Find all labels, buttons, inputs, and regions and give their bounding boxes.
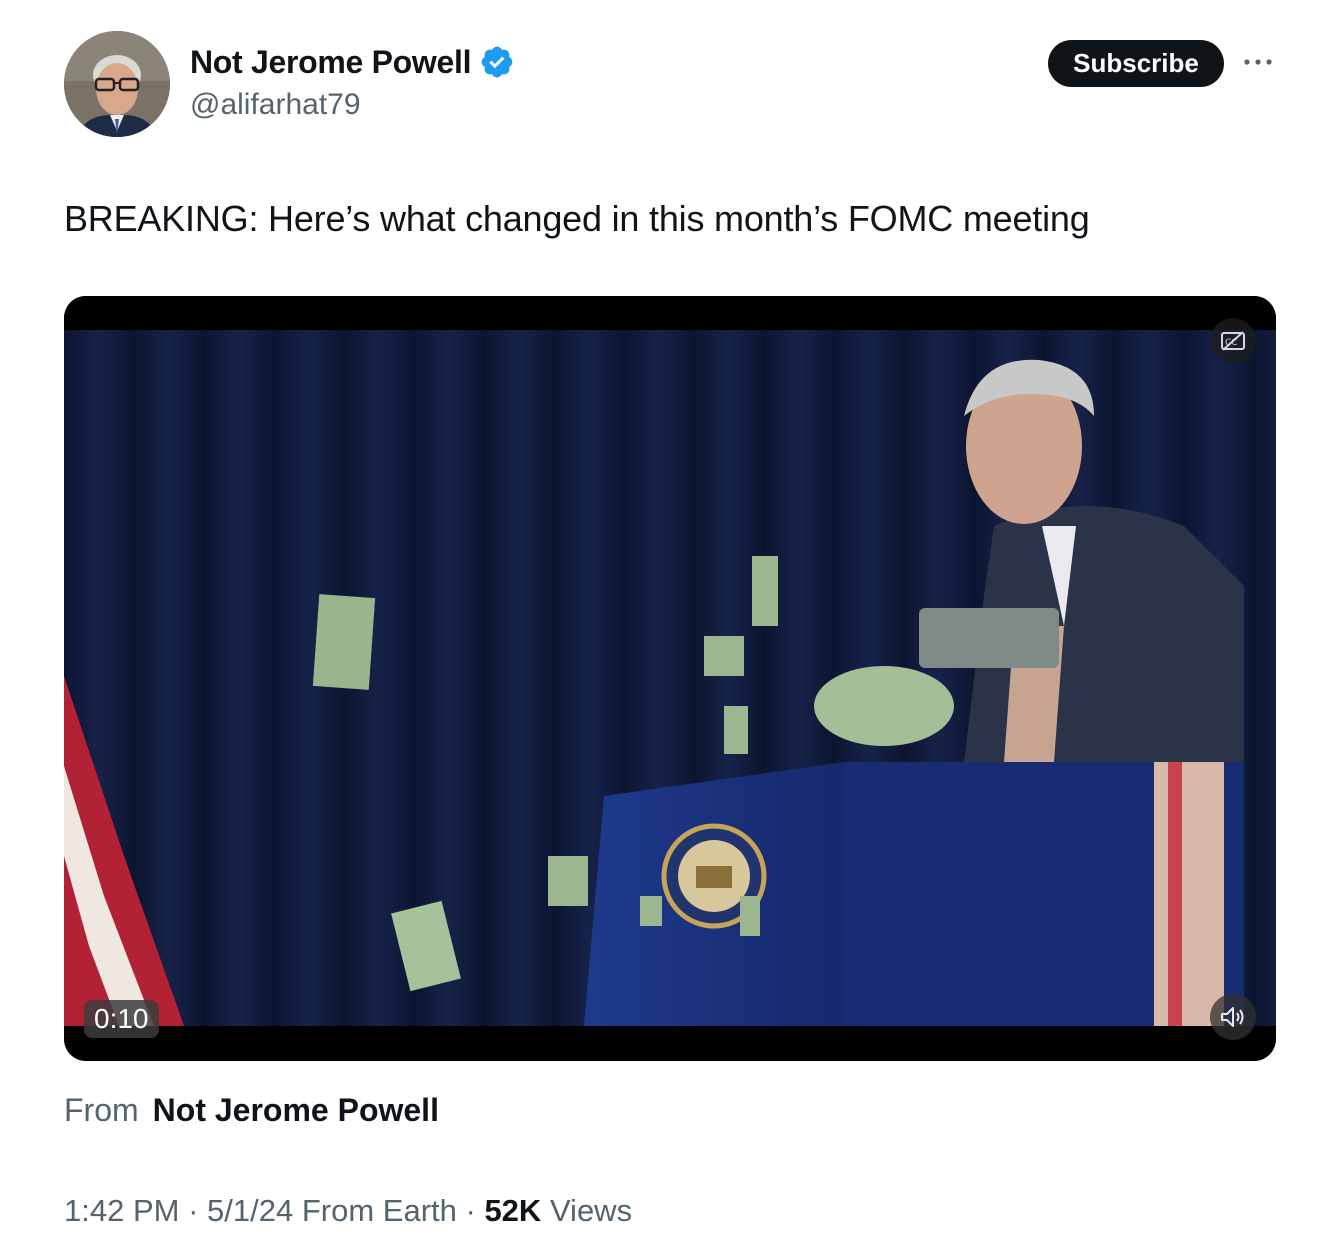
tweet-date[interactable]: 5/1/24 <box>207 1193 293 1228</box>
from-name-link[interactable]: Not Jerome Powell <box>153 1092 439 1128</box>
avatar[interactable] <box>64 31 170 137</box>
volume-icon[interactable] <box>1210 994 1256 1040</box>
video-player[interactable]: CC 0:10 <box>64 296 1276 1061</box>
video-duration: 0:10 <box>84 1000 159 1038</box>
views-label: Views <box>549 1193 633 1228</box>
meta-separator: · <box>456 1193 485 1228</box>
author-name[interactable]: Not Jerome Powell <box>190 44 472 81</box>
from-label: From <box>64 1092 139 1128</box>
tweet-text: BREAKING: Here’s what changed in this mo… <box>64 198 1090 239</box>
tweet-location: From Earth <box>301 1193 457 1228</box>
views-count: 52K <box>484 1193 542 1228</box>
author-handle[interactable]: @alifarhat79 <box>190 88 361 122</box>
tweet-time[interactable]: 1:42 PM <box>64 1193 179 1228</box>
video-frame <box>64 296 1276 1061</box>
closed-captions-off-icon[interactable]: CC <box>1210 318 1256 364</box>
verified-badge-icon <box>479 44 515 80</box>
meta-separator: · <box>179 1193 208 1228</box>
more-horizontal-icon[interactable] <box>1240 48 1276 76</box>
subscribe-button[interactable]: Subscribe <box>1048 40 1224 87</box>
avatar-image <box>64 31 170 137</box>
video-source: From Not Jerome Powell <box>64 1092 439 1129</box>
tweet-meta: 1:42 PM · 5/1/24 From Earth · 52K Views <box>64 1193 632 1229</box>
